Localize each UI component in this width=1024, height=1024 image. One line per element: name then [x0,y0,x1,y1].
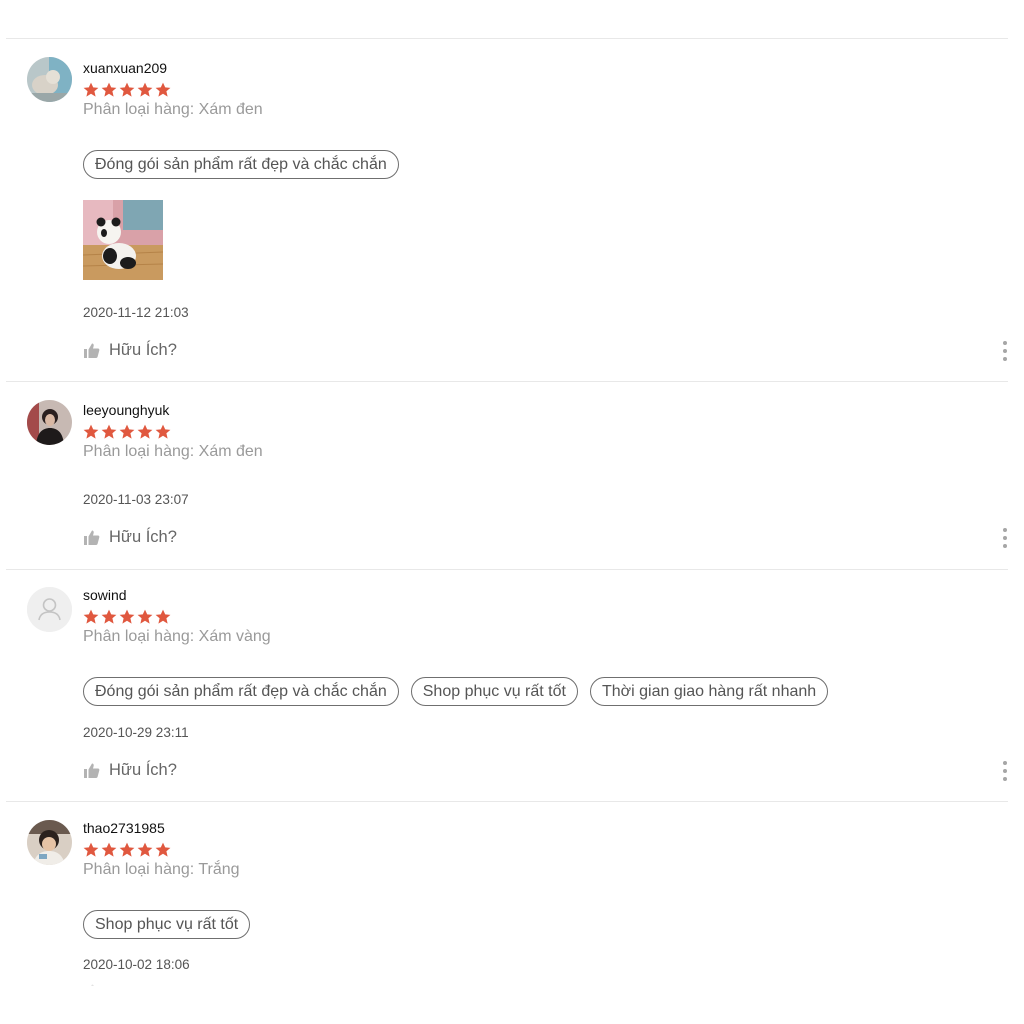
star-icon [155,842,171,858]
star-icon [137,842,153,858]
star-rating [83,82,171,98]
more-vertical-icon[interactable] [1001,341,1009,361]
review-tag: Đóng gói sản phẩm rất đẹp và chắc chắn [83,677,399,706]
review-tag: Thời gian giao hàng rất nhanh [589,677,829,706]
star-icon [155,609,171,625]
review-timestamp: 2020-11-12 21:03 [83,305,189,320]
helpful-button[interactable] [83,982,100,986]
star-icon [137,424,153,440]
helpful-button[interactable]: Hữu Ích? [83,761,177,780]
review-tags: Shop phục vụ rất tốt [83,910,251,939]
star-icon [119,424,135,440]
star-icon [83,82,99,98]
product-variation: Phân loại hàng: Xám đen [83,101,263,118]
review-timestamp: 2020-10-02 18:06 [83,957,190,972]
star-icon [119,842,135,858]
star-icon [83,609,99,625]
star-icon [101,842,117,858]
star-rating [83,609,171,625]
review-tag: Đóng gói sản phẩm rất đẹp và chắc chắn [83,150,399,179]
star-rating [83,842,171,858]
star-icon [101,424,117,440]
product-variation: Phân loại hàng: Xám đen [83,443,263,460]
review-timestamp: 2020-10-29 23:11 [83,725,189,740]
avatar[interactable] [27,400,72,445]
more-vertical-icon[interactable] [1001,761,1009,781]
username[interactable]: xuanxuan209 [83,60,167,76]
star-icon [137,82,153,98]
helpful-button[interactable]: Hữu Ích? [83,341,177,360]
star-icon [83,424,99,440]
thumbs-up-icon [83,529,100,546]
more-vertical-icon[interactable] [1001,528,1009,548]
thumbs-up-icon [83,762,100,779]
helpful-label: Hữu Ích? [109,761,177,779]
helpful-label: Hữu Ích? [109,528,177,546]
thumbs-up-icon [83,342,100,359]
user-icon [27,587,72,632]
helpful-label: Hữu Ích? [109,341,177,359]
review-tags: Đóng gói sản phẩm rất đẹp và chắc chắn [83,150,399,179]
star-icon [119,82,135,98]
star-icon [119,609,135,625]
review-divider [6,569,1008,570]
review-photo[interactable] [83,200,163,280]
helpful-button[interactable]: Hữu Ích? [83,528,177,547]
product-variation: Phân loại hàng: Xám vàng [83,628,271,645]
review-tag: Shop phục vụ rất tốt [83,910,251,939]
username[interactable]: sowind [83,587,127,603]
review-divider [6,381,1008,382]
username[interactable]: leeyounghyuk [83,402,169,418]
review-tags: Đóng gói sản phẩm rất đẹp và chắc chắn S… [83,677,829,706]
avatar[interactable] [27,820,72,865]
review-timestamp: 2020-11-03 23:07 [83,492,189,507]
review-tag: Shop phục vụ rất tốt [410,677,578,706]
star-icon [101,82,117,98]
thumbs-up-icon [83,983,100,986]
avatar[interactable] [27,587,72,632]
star-icon [155,82,171,98]
top-divider [6,38,1008,39]
review-divider [6,801,1008,802]
star-icon [137,609,153,625]
product-variation: Phân loại hàng: Trắng [83,861,240,878]
avatar[interactable] [27,57,72,102]
star-icon [101,609,117,625]
star-icon [155,424,171,440]
star-icon [83,842,99,858]
star-rating [83,424,171,440]
username[interactable]: thao2731985 [83,820,165,836]
